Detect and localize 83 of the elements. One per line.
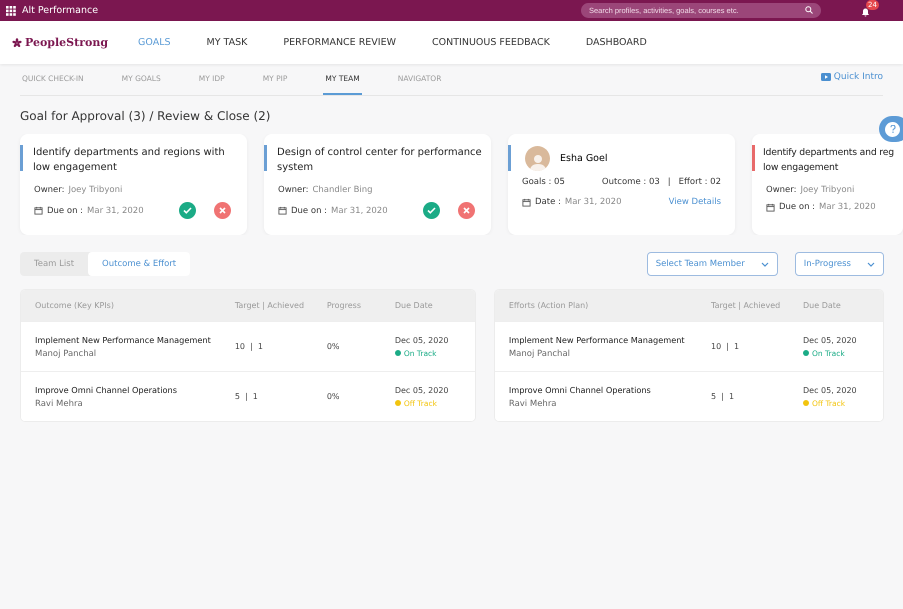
member-name: Esha Goel: [560, 152, 608, 164]
close-icon: [463, 207, 470, 214]
calendar-icon: [522, 198, 531, 206]
outcome-count: Outcome : 03: [602, 177, 660, 187]
nav-item[interactable]: MY TASK: [206, 37, 248, 48]
due-date: Dec 05, 2020: [803, 386, 858, 394]
owner-name: Joey Tribyoni: [800, 185, 854, 195]
column-header: Due Date: [803, 301, 842, 310]
toggle-option[interactable]: Team List: [20, 252, 88, 276]
nav-item[interactable]: CONTINUOUS FEEDBACK: [432, 37, 550, 48]
check-icon: [183, 207, 192, 214]
chevron-down-icon: [760, 262, 769, 266]
target-achieved: 5 | 1: [711, 392, 736, 401]
column-header: Target | Achieved: [234, 301, 306, 310]
reject-button[interactable]: [214, 202, 231, 219]
reject-button[interactable]: [458, 202, 475, 219]
goal-title: Identify departments and regions with low engagement: [33, 146, 226, 175]
check-icon: [427, 207, 436, 214]
person-silhouette-icon: [530, 152, 546, 170]
column-header: Target | Achieved: [711, 301, 782, 310]
goal-title: Design of control center for performance system: [277, 146, 483, 175]
bell-icon[interactable]: [861, 6, 870, 16]
approve-button[interactable]: [423, 202, 440, 219]
logo-icon: [12, 38, 22, 48]
item-title: Improve Omni Channel Operations: [35, 384, 178, 394]
column-header: Efforts (Action Plan): [508, 301, 590, 310]
goal-title: Identify departments and reg low engagement: [763, 146, 894, 175]
item-title: Implement New Performance Management: [35, 334, 212, 344]
calendar-icon: [766, 202, 775, 212]
date-label: Date :: [535, 197, 561, 207]
target-achieved: 10 | 1: [711, 342, 740, 351]
owner-name: Joey Tribyoni: [68, 185, 122, 195]
effort-count: Effort : 02: [678, 177, 721, 187]
item-owner: Manoj Panchal: [35, 348, 98, 358]
calendar-icon: [278, 206, 287, 215]
apps-grid-icon[interactable]: [6, 6, 16, 16]
item-owner: Ravi Mehra: [35, 398, 84, 408]
question-icon: [885, 122, 900, 136]
column-header: Outcome (Key KPIs): [35, 301, 115, 310]
owner-label: Owner:: [278, 185, 308, 195]
progress-value: 0%: [326, 392, 341, 401]
app-title: Alt Performance: [22, 5, 100, 16]
due-date: Dec 05, 2020: [803, 336, 858, 344]
approve-button[interactable]: [179, 202, 196, 219]
video-icon: [820, 72, 831, 80]
owner-label: Owner:: [766, 185, 796, 195]
filter-dropdown[interactable]: Select Team Member: [646, 252, 778, 276]
quick-intro-link[interactable]: Quick Intro: [820, 64, 883, 95]
toggle-option[interactable]: Outcome & Effort: [88, 252, 190, 276]
close-icon: [219, 207, 226, 214]
due-label: Due on :: [291, 206, 328, 216]
date-value: Mar 31, 2020: [564, 197, 622, 207]
column-header: Due Date: [394, 301, 434, 310]
separator: |: [668, 177, 671, 187]
due-date: Mar 31, 2020: [331, 206, 388, 216]
section-title: Goal for Approval (3) / Review & Close (2): [20, 109, 272, 123]
target-achieved: 5 | 1: [234, 392, 259, 401]
due-date: Dec 05, 2020: [394, 336, 450, 344]
view-details-link[interactable]: View Details: [668, 197, 721, 207]
item-owner: Manoj Panchal: [508, 348, 572, 358]
item-title: Implement New Performance Management: [508, 334, 686, 344]
nav-item[interactable]: GOALS: [138, 37, 171, 48]
due-label: Due on :: [47, 206, 84, 216]
owner-name: Chandler Bing: [312, 185, 373, 195]
item-owner: Ravi Mehra: [508, 398, 558, 408]
owner-label: Owner:: [34, 185, 64, 195]
target-achieved: 10 | 1: [234, 342, 264, 351]
calendar-icon: [34, 206, 43, 215]
progress-value: 0%: [326, 342, 341, 351]
filter-dropdown[interactable]: In-Progress: [794, 252, 884, 276]
nav-item[interactable]: PERFORMANCE REVIEW: [283, 37, 396, 48]
item-title: Improve Omni Channel Operations: [508, 384, 652, 394]
goals-count: Goals : 05: [522, 177, 565, 187]
chevron-down-icon: [867, 262, 875, 266]
due-date: Mar 31, 2020: [819, 202, 876, 212]
due-date: Mar 31, 2020: [87, 206, 144, 216]
column-header: Progress: [326, 301, 362, 310]
due-label: Due on :: [779, 202, 816, 212]
help-button[interactable]: [879, 116, 903, 142]
nav-item[interactable]: DASHBOARD: [586, 37, 647, 48]
logo-text: PeopleStrong: [25, 36, 108, 49]
due-date: Dec 05, 2020: [394, 386, 450, 394]
search-icon: [805, 6, 813, 14]
